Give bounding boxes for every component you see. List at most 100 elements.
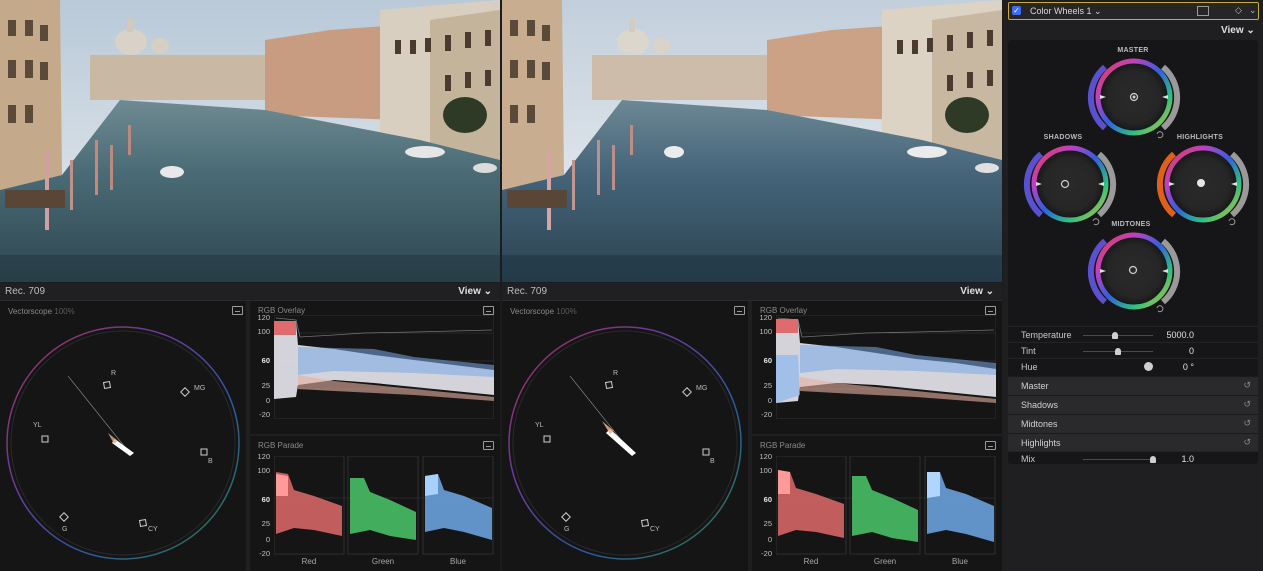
scopes-right: Rec. 709 View ⌄ Vectorscope 100% R MG B …	[502, 283, 1002, 571]
scopes-left: Rec. 709 View ⌄ Vectorscope 100% R MG B …	[0, 283, 500, 571]
target-label-yl: YL	[535, 422, 544, 429]
view-menu-button[interactable]: View ⌄	[458, 286, 492, 297]
hue-row: Hue 0 °	[1008, 358, 1258, 375]
mix-slider-thumb[interactable]	[1150, 456, 1156, 463]
highlights-wheel	[1156, 145, 1250, 223]
keyframe-icon[interactable]: ◇	[1235, 5, 1242, 16]
rgb-overlay: RGB Overlay 120 100 60 25 0 -20	[250, 301, 500, 434]
tick-label: 25	[763, 381, 772, 390]
scope-settings-icon[interactable]	[985, 306, 996, 315]
temperature-label: Temperature	[1021, 330, 1072, 340]
color-space-label: Rec. 709	[507, 286, 548, 297]
tint-value[interactable]: 0	[1189, 346, 1194, 356]
reset-icon[interactable]: ↺	[1243, 399, 1251, 410]
target-label-g: G	[564, 526, 570, 533]
target-label-b: B	[710, 458, 715, 465]
target-label-yl: YL	[33, 422, 42, 429]
rgb-overlay: RGB Overlay 120 100 60 25 0 -20	[752, 301, 1002, 434]
tick-label: 120	[257, 313, 270, 322]
channel-label-blue: Blue	[449, 557, 466, 566]
hue-dial-icon[interactable]	[1144, 362, 1153, 371]
target-label-mg: MG	[696, 385, 708, 392]
target-label-b: B	[208, 458, 213, 465]
viewer-corrected	[502, 0, 1002, 282]
rgb-parade-title: RGB Parade	[258, 441, 304, 450]
scope-settings-icon[interactable]	[483, 306, 494, 315]
mix-label: Mix	[1021, 454, 1035, 464]
tick-label: 60	[763, 495, 772, 504]
target-label-mg: MG	[194, 385, 206, 392]
reset-icon[interactable]: ↺	[1243, 418, 1251, 429]
channel-label-blue: Blue	[951, 557, 968, 566]
section-label: Shadows	[1021, 400, 1059, 410]
section-master[interactable]: Master ↺	[1008, 376, 1258, 395]
tick-label: -20	[259, 410, 270, 419]
section-midtones[interactable]: Midtones ↺	[1008, 414, 1258, 433]
mix-row: Mix 1.0	[1008, 451, 1258, 465]
mask-icon[interactable]	[1197, 6, 1209, 16]
tick-label: -20	[761, 549, 772, 558]
rgb-overlay-trace	[776, 315, 996, 419]
section-highlights[interactable]: Highlights ↺	[1008, 433, 1258, 452]
rgb-parade: RGB Parade 120 100 60 25 0 -20 Red Green…	[250, 436, 500, 571]
tick-label: 25	[261, 519, 270, 528]
tick-label: -20	[761, 410, 772, 419]
tick-label: 100	[759, 466, 772, 475]
section-label: Midtones	[1021, 419, 1058, 429]
rgb-parade-title: RGB Parade	[760, 441, 806, 450]
scope-toolbar: Rec. 709 View ⌄	[0, 283, 500, 301]
vectorscope-graticule	[508, 326, 742, 560]
scope-settings-icon[interactable]	[483, 441, 494, 450]
viewer-original	[0, 0, 500, 282]
tick-label: 0	[767, 535, 772, 544]
tick-label: 60	[261, 356, 270, 365]
chevron-down-icon[interactable]: ⌄	[1249, 5, 1257, 16]
tick-label: 100	[257, 327, 270, 336]
tick-label: 100	[257, 466, 270, 475]
rgb-overlay-trace	[274, 315, 494, 419]
temperature-value[interactable]: 5000.0	[1166, 330, 1194, 340]
target-label-r: R	[111, 370, 117, 377]
reset-icon[interactable]: ↺	[1243, 380, 1251, 391]
view-menu-button[interactable]: View ⌄	[960, 286, 994, 297]
color-space-label: Rec. 709	[5, 286, 46, 297]
color-inspector: ✓ Color Wheels 1 ⌄ ◇ ⌄ View ⌄ MASTER SHA…	[1003, 0, 1263, 571]
reset-icon[interactable]: ↺	[1243, 437, 1251, 448]
color-wheels	[1023, 58, 1250, 313]
tint-slider-thumb[interactable]	[1115, 348, 1121, 355]
target-label-cy: CY	[650, 526, 660, 533]
tick-label: 25	[763, 519, 772, 528]
temperature-row: Temperature 5000.0	[1008, 326, 1258, 343]
effect-name-menu[interactable]: Color Wheels 1 ⌄	[1030, 6, 1102, 17]
scope-settings-icon[interactable]	[985, 441, 996, 450]
vectorscope-graticule	[6, 326, 240, 560]
section-shadows[interactable]: Shadows ↺	[1008, 395, 1258, 414]
channel-label-red: Red	[803, 557, 819, 566]
tick-label: 100	[759, 327, 772, 336]
hue-label: Hue	[1021, 362, 1038, 372]
mix-slider-track[interactable]	[1083, 459, 1153, 460]
temperature-slider-thumb[interactable]	[1111, 332, 1118, 339]
rgb-parade: RGB Parade 120 100 60 25 0 -20 Red Green…	[752, 436, 1002, 571]
inspector-view-menu-button[interactable]: View ⌄	[1221, 25, 1255, 36]
tick-label: 0	[265, 535, 270, 544]
channel-label-green: Green	[371, 557, 395, 566]
tick-label: 120	[759, 452, 772, 461]
channel-label-green: Green	[873, 557, 897, 566]
channel-label-red: Red	[301, 557, 317, 566]
mix-value[interactable]: 1.0	[1181, 454, 1194, 464]
vectorscope: Vectorscope 100% R MG B CY G YL	[502, 301, 748, 571]
tick-label: 0	[265, 396, 270, 405]
tick-label: 120	[257, 452, 270, 461]
hue-value[interactable]: 0 °	[1183, 362, 1194, 372]
rgb-parade-trace	[274, 456, 494, 555]
tint-label: Tint	[1021, 346, 1036, 356]
tick-label: 60	[763, 356, 772, 365]
tick-label: -20	[259, 549, 270, 558]
section-label: Master	[1021, 381, 1049, 391]
temperature-slider-track[interactable]	[1083, 335, 1153, 336]
effect-enable-checkbox[interactable]: ✓	[1012, 6, 1021, 15]
section-label: Highlights	[1021, 438, 1061, 448]
effect-header: ✓ Color Wheels 1 ⌄ ◇ ⌄	[1008, 2, 1259, 20]
vectorscope: Vectorscope 100% R MG B CY G YL	[0, 301, 246, 571]
